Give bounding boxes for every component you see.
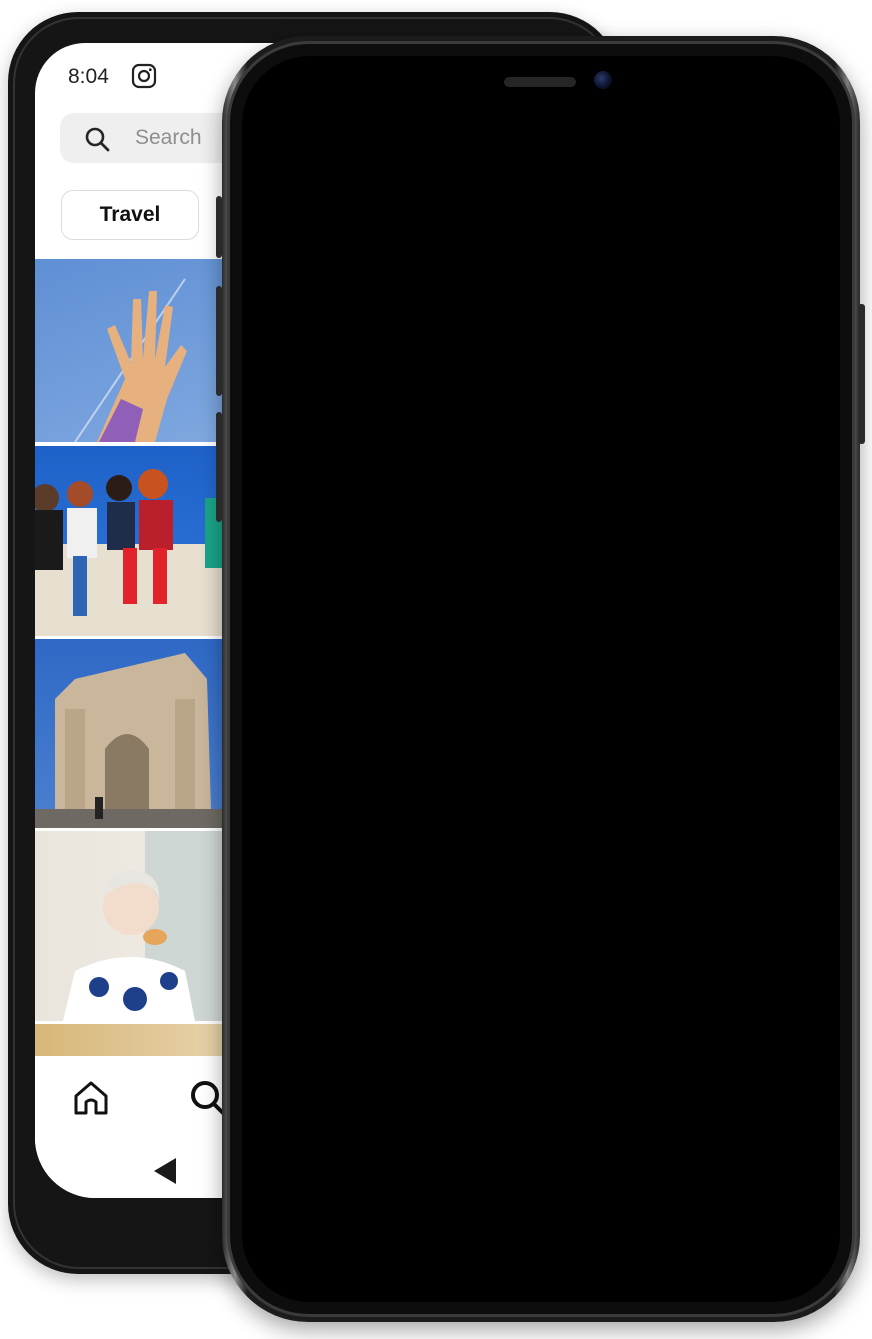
chip-travel[interactable]: Travel (61, 190, 199, 240)
iphone-screen (242, 56, 840, 1302)
status-time: 8:04 (68, 65, 109, 88)
iphone (216, 36, 865, 1322)
search-icon (85, 127, 110, 152)
volume-down-button (216, 412, 222, 522)
front-camera (594, 71, 612, 89)
power-button (858, 304, 865, 444)
volume-up-button (216, 286, 222, 396)
instagram-icon (131, 63, 157, 89)
search-placeholder: Search (135, 126, 202, 149)
mute-switch (216, 196, 222, 258)
home-icon[interactable] (71, 1078, 111, 1118)
back-triangle-icon[interactable] (152, 1156, 178, 1186)
earpiece-speaker (504, 77, 576, 87)
